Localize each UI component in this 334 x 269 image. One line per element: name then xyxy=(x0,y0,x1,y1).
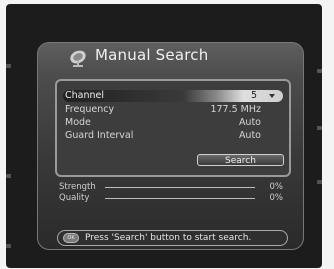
channel-selector[interactable]: Channel 5 xyxy=(63,90,283,102)
quality-bar xyxy=(105,198,255,199)
status-message: Press 'Search' button to start search. xyxy=(85,233,252,243)
strength-meter: Strength 0% xyxy=(59,182,289,192)
quality-value: 0% xyxy=(269,193,284,203)
frequency-row[interactable]: Frequency 177.5 MHz xyxy=(63,104,283,116)
channel-label: Channel xyxy=(65,90,105,101)
manual-search-dialog: Manual Search Channel 5 Frequency 177.5 … xyxy=(37,42,304,250)
guard-interval-row[interactable]: Guard Interval Auto xyxy=(63,130,283,142)
status-bar: OK Press 'Search' button to start search… xyxy=(57,230,288,246)
channel-value: 5 xyxy=(250,90,257,101)
frequency-value: 177.5 MHz xyxy=(210,104,261,115)
satellite-dish-icon xyxy=(70,50,86,67)
edge-mark xyxy=(6,244,11,248)
strength-value: 0% xyxy=(269,182,284,192)
guard-interval-label: Guard Interval xyxy=(65,130,134,141)
strength-label: Strength xyxy=(59,182,96,192)
quality-label: Quality xyxy=(59,193,90,203)
strength-bar xyxy=(105,187,255,188)
page-title: Manual Search xyxy=(95,46,209,64)
chevron-down-icon xyxy=(269,94,275,98)
search-button[interactable]: Search xyxy=(197,154,284,166)
mode-row[interactable]: Mode Auto xyxy=(63,117,283,129)
mode-label: Mode xyxy=(65,117,91,128)
guard-interval-value: Auto xyxy=(238,130,261,141)
tv-screen: Manual Search Channel 5 Frequency 177.5 … xyxy=(6,4,322,268)
quality-meter: Quality 0% xyxy=(59,193,289,203)
ok-button-icon: OK xyxy=(63,233,79,243)
search-settings-form: Channel 5 Frequency 177.5 MHz Mode Auto … xyxy=(55,79,291,177)
mode-value: Auto xyxy=(238,117,261,128)
frequency-label: Frequency xyxy=(65,104,115,115)
edge-mark xyxy=(317,180,322,184)
edge-mark xyxy=(317,69,322,73)
edge-mark xyxy=(317,126,322,130)
edge-mark xyxy=(6,64,11,68)
edge-mark xyxy=(6,174,11,178)
dialog-header: Manual Search xyxy=(38,45,303,71)
